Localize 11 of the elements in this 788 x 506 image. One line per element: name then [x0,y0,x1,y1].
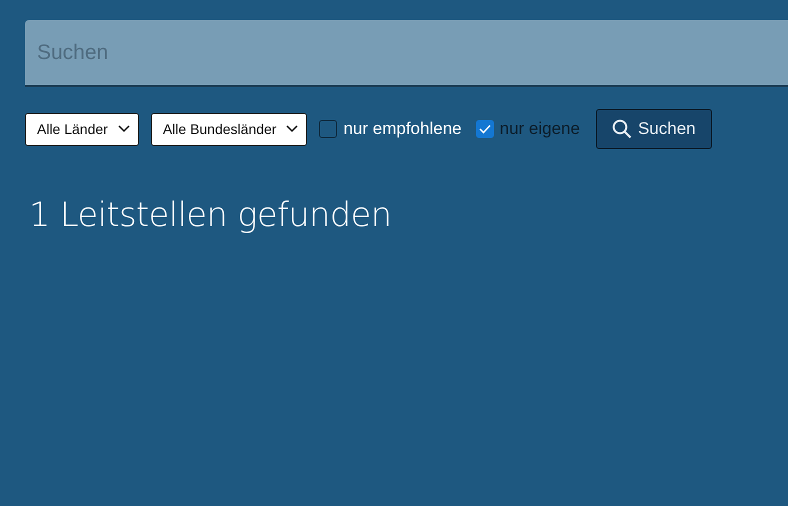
checkbox-label[interactable]: nur empfohlene [343,119,462,139]
checkbox[interactable] [319,120,338,138]
chevron-icon [118,125,130,133]
result-heading: 1 Leitstellen gefunden [29,195,392,234]
dropdown[interactable]: Alle Länder [25,112,139,146]
checkbox[interactable] [476,120,494,138]
search-icon [612,119,632,139]
search-button[interactable]: Suchen [596,109,712,149]
dropdown[interactable]: Alle Bundesländer [150,112,308,146]
check-icon [478,124,491,134]
chevron-icon [286,125,298,133]
